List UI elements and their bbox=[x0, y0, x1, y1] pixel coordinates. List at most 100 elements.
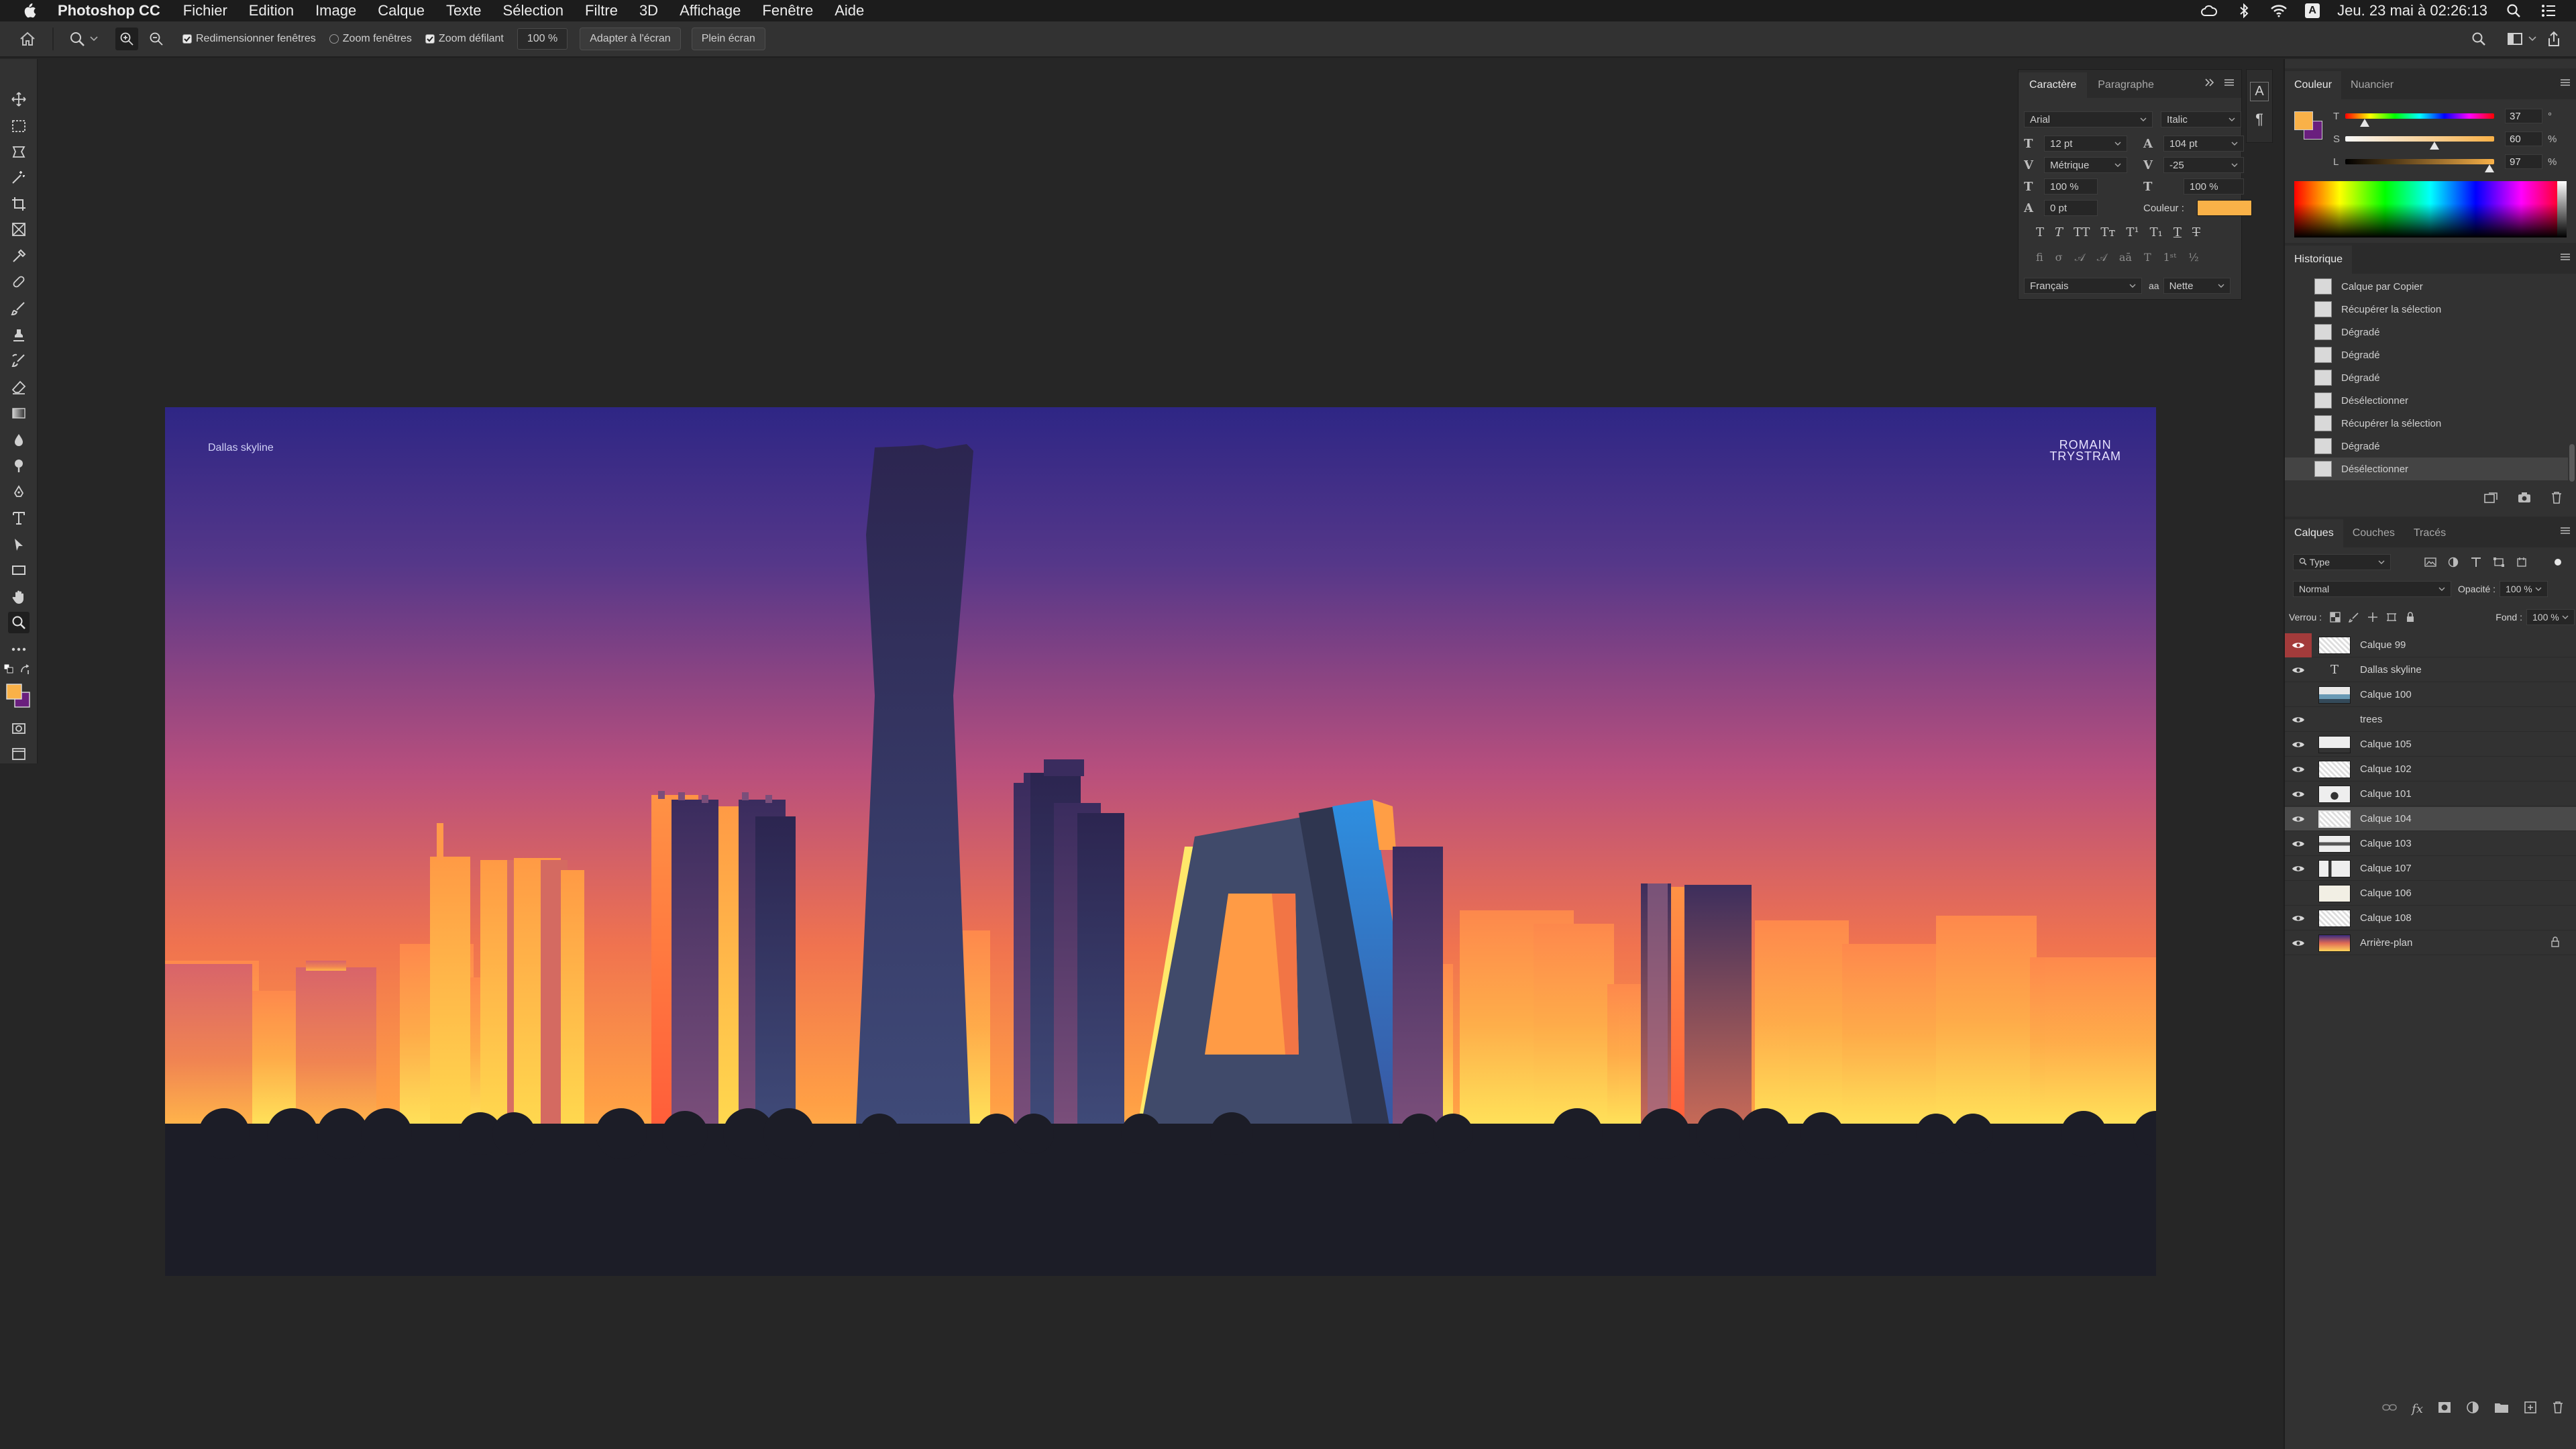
new-document-from-state-icon[interactable] bbox=[2483, 492, 2498, 507]
visibility-eye-icon[interactable] bbox=[2285, 633, 2312, 657]
search-icon[interactable] bbox=[2469, 28, 2489, 50]
type-tool-icon[interactable] bbox=[8, 507, 30, 529]
eyedropper-tool-icon[interactable] bbox=[8, 246, 30, 267]
fill-field[interactable]: 100 % bbox=[2526, 609, 2575, 625]
layer-row[interactable]: Calque 108 bbox=[2285, 906, 2576, 930]
visibility-hidden-slot[interactable] bbox=[2285, 683, 2312, 707]
strikethrough-icon[interactable]: T bbox=[2192, 225, 2200, 239]
history-item[interactable]: Récupérer la sélection bbox=[2285, 298, 2568, 321]
swap-colors-icon[interactable] bbox=[20, 664, 31, 675]
saturation-knob[interactable] bbox=[2430, 142, 2439, 150]
baseline-shift-field[interactable]: 0 pt bbox=[2044, 200, 2098, 216]
zoom-in-icon[interactable] bbox=[115, 28, 138, 50]
language-select[interactable]: Français bbox=[2024, 278, 2142, 294]
hue-knob[interactable] bbox=[2360, 119, 2369, 127]
app-name-menu[interactable]: Photoshop CC bbox=[58, 2, 160, 19]
layer-row-selected[interactable]: Calque 104 bbox=[2285, 807, 2576, 831]
bluetooth-icon[interactable] bbox=[2235, 3, 2253, 18]
kerning-select[interactable]: Métrique bbox=[2044, 157, 2127, 173]
tracking-select[interactable]: -25 bbox=[2163, 157, 2244, 173]
new-group-folder-icon[interactable] bbox=[2494, 1401, 2509, 1417]
home-icon[interactable] bbox=[16, 28, 39, 50]
menu-filtre[interactable]: Filtre bbox=[585, 2, 618, 19]
font-family-select[interactable]: Arial bbox=[2024, 111, 2153, 127]
menu-fichier[interactable]: Fichier bbox=[183, 2, 227, 19]
opacity-field[interactable]: 100 % bbox=[2500, 581, 2548, 597]
visibility-eye-icon[interactable] bbox=[2285, 931, 2312, 955]
font-style-select[interactable]: Italic bbox=[2161, 111, 2241, 127]
menubar-clock[interactable]: Jeu. 23 mai à 02:26:13 bbox=[2337, 2, 2487, 19]
history-item[interactable]: Dégradé bbox=[2285, 435, 2568, 458]
color-panel-swatches[interactable] bbox=[2294, 111, 2324, 141]
dodge-tool-icon[interactable] bbox=[8, 455, 30, 476]
tab-paragraphe[interactable]: Paragraphe bbox=[2087, 72, 2165, 98]
layer-row[interactable]: Calque 103 bbox=[2285, 832, 2576, 856]
history-item[interactable]: Dégradé bbox=[2285, 321, 2568, 343]
crop-tool-icon[interactable] bbox=[8, 193, 30, 215]
link-layers-icon[interactable] bbox=[2382, 1403, 2397, 1415]
rectangle-tool-icon[interactable] bbox=[8, 559, 30, 581]
collapse-panel-icon[interactable] bbox=[2205, 78, 2214, 90]
visibility-eye-icon[interactable] bbox=[2285, 658, 2312, 682]
menu-image[interactable]: Image bbox=[315, 2, 356, 19]
blur-tool-icon[interactable] bbox=[8, 429, 30, 451]
visibility-hidden-slot[interactable] bbox=[2285, 881, 2312, 906]
old-style-icon[interactable]: σ bbox=[2055, 251, 2063, 264]
character-panel-icon[interactable]: A bbox=[2250, 82, 2269, 101]
layer-row[interactable]: trees bbox=[2285, 708, 2576, 732]
pen-tool-icon[interactable] bbox=[8, 482, 30, 503]
panel-menu-icon[interactable] bbox=[2224, 78, 2235, 90]
underline-icon[interactable]: T bbox=[2174, 225, 2182, 239]
menu-3d[interactable]: 3D bbox=[639, 2, 658, 19]
lasso-tool-icon[interactable] bbox=[8, 141, 30, 162]
add-mask-icon[interactable] bbox=[2438, 1401, 2451, 1417]
new-layer-icon[interactable] bbox=[2524, 1401, 2537, 1417]
path-selection-tool-icon[interactable] bbox=[8, 534, 30, 555]
workspace-icon[interactable] bbox=[2505, 28, 2525, 50]
trash-icon[interactable] bbox=[2551, 491, 2563, 508]
fx-layer-style-icon[interactable]: fx bbox=[2412, 1402, 2423, 1416]
layer-row[interactable]: Calque 99 bbox=[2285, 633, 2576, 657]
visibility-eye-icon[interactable] bbox=[2285, 733, 2312, 757]
layer-row[interactable]: Calque 101 bbox=[2285, 782, 2576, 806]
zoom-out-icon[interactable] bbox=[145, 28, 168, 50]
history-brush-tool-icon[interactable] bbox=[8, 350, 30, 372]
input-source-icon[interactable]: A bbox=[2305, 3, 2320, 18]
antialias-select[interactable]: Nette bbox=[2163, 278, 2231, 294]
panel-menu-icon[interactable] bbox=[2560, 78, 2571, 90]
blend-mode-select[interactable]: Normal bbox=[2293, 581, 2451, 597]
default-colors-icon[interactable] bbox=[4, 664, 13, 674]
hue-value[interactable]: 37 bbox=[2505, 109, 2542, 123]
fractions-icon[interactable]: ½ bbox=[2188, 251, 2199, 264]
visibility-eye-icon[interactable] bbox=[2285, 708, 2312, 732]
swash-icon[interactable]: 𝒜 bbox=[2075, 251, 2085, 264]
zoom-percent-field[interactable]: 100 % bbox=[517, 28, 568, 50]
share-icon[interactable] bbox=[2544, 28, 2564, 50]
scrubby-zoom-checkbox[interactable]: Zoom défilant bbox=[425, 33, 504, 45]
menu-selection[interactable]: Sélection bbox=[503, 2, 564, 19]
brush-tool-icon[interactable] bbox=[8, 298, 30, 319]
menu-edition[interactable]: Edition bbox=[249, 2, 294, 19]
tab-calques[interactable]: Calques bbox=[2285, 519, 2343, 547]
ordinals-icon[interactable]: T bbox=[2144, 251, 2151, 264]
panel-menu-icon[interactable] bbox=[2560, 526, 2571, 538]
chevron-down-icon[interactable] bbox=[2526, 28, 2538, 50]
menu-texte[interactable]: Texte bbox=[446, 2, 482, 19]
foreground-background-swatch[interactable] bbox=[5, 683, 32, 710]
tab-couches[interactable]: Couches bbox=[2343, 519, 2404, 547]
layer-row[interactable]: T Dallas skyline bbox=[2285, 658, 2576, 682]
lightness-knob[interactable] bbox=[2485, 164, 2494, 172]
faux-bold-icon[interactable]: T bbox=[2036, 225, 2044, 239]
history-item[interactable]: Récupérer la sélection bbox=[2285, 412, 2568, 435]
tab-nuancier[interactable]: Nuancier bbox=[2341, 71, 2403, 99]
bw-ramp[interactable] bbox=[2557, 181, 2567, 237]
marquee-tool-icon[interactable] bbox=[8, 115, 30, 137]
tab-couleur[interactable]: Couleur bbox=[2285, 71, 2342, 99]
history-item[interactable]: Dégradé bbox=[2285, 366, 2568, 389]
zoom-windows-checkbox[interactable]: Zoom fenêtres bbox=[329, 33, 412, 45]
eraser-tool-icon[interactable] bbox=[8, 377, 30, 398]
vertical-scale-field[interactable]: 100 % bbox=[2044, 178, 2098, 195]
creative-cloud-icon[interactable] bbox=[2200, 3, 2218, 18]
gradient-tool-icon[interactable] bbox=[8, 402, 30, 424]
fill-screen-button[interactable]: Plein écran bbox=[691, 28, 765, 50]
